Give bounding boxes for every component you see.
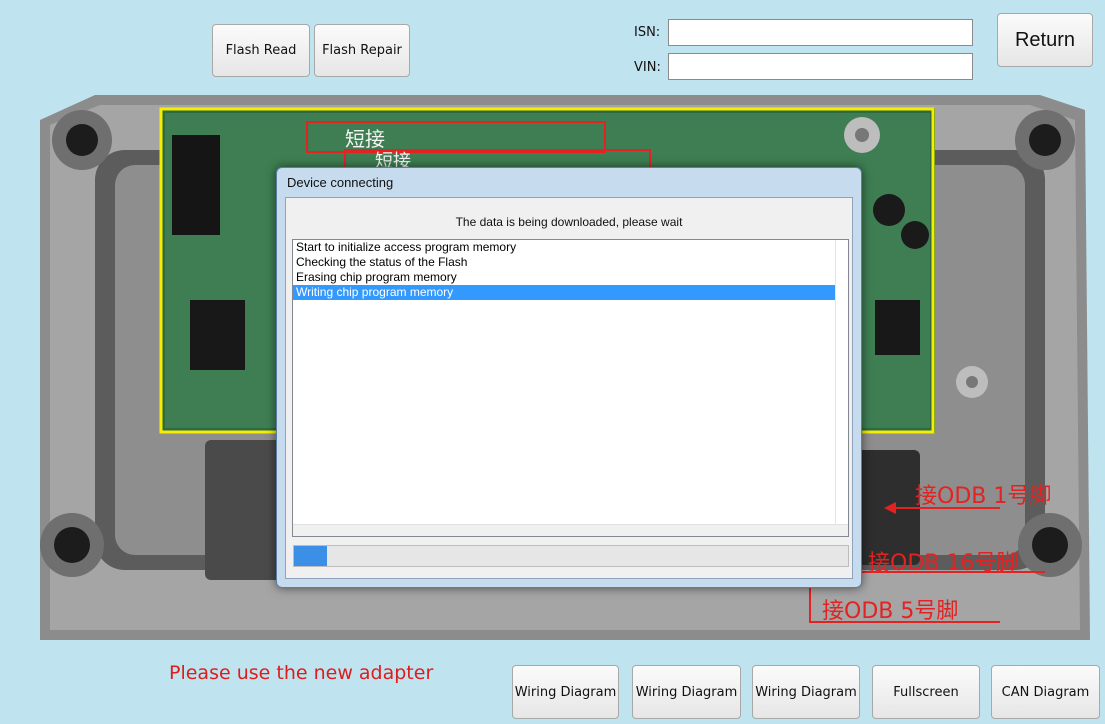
log-items: Start to initialize access program memor…	[293, 240, 848, 300]
return-button[interactable]: Return	[997, 13, 1093, 67]
log-item[interactable]: Erasing chip program memory	[293, 270, 848, 285]
can-diagram-button[interactable]: CAN Diagram	[991, 665, 1100, 719]
odb-pin16-label: 接ODB 16号脚	[868, 551, 1019, 576]
fullscreen-button[interactable]: Fullscreen	[872, 665, 980, 719]
flash-read-button[interactable]: Flash Read	[212, 24, 310, 77]
wiring-diagram-button-3[interactable]: Wiring Diagram	[752, 665, 860, 719]
progress-fill	[294, 546, 328, 566]
wiring-diagram-button-2[interactable]: Wiring Diagram	[632, 665, 741, 719]
device-connecting-dialog: Device connecting The data is being down…	[276, 167, 862, 588]
odb-pin5-label: 接ODB 5号脚	[822, 599, 959, 624]
log-item[interactable]: Checking the status of the Flash	[293, 255, 848, 270]
log-item[interactable]: Start to initialize access program memor…	[293, 240, 848, 255]
log-item[interactable]: Writing chip program memory	[293, 285, 848, 300]
odb-pin1-label: 接ODB 1号脚	[915, 484, 1052, 509]
adapter-note: Please use the new adapter	[169, 662, 434, 684]
isn-label: ISN:	[634, 25, 661, 40]
dialog-message: The data is being downloaded, please wai…	[455, 215, 683, 229]
vin-input[interactable]	[668, 53, 973, 80]
dialog-title: Device connecting	[287, 175, 394, 190]
wiring-diagram-button-1[interactable]: Wiring Diagram	[512, 665, 619, 719]
log-list[interactable]: Start to initialize access program memor…	[292, 239, 849, 537]
log-vertical-scrollbar[interactable]	[835, 240, 848, 536]
isn-input[interactable]	[668, 19, 973, 46]
log-horizontal-scrollbar[interactable]	[293, 524, 848, 536]
progress-bar	[293, 545, 849, 567]
vin-label: VIN:	[634, 60, 661, 75]
dialog-content: The data is being downloaded, please wai…	[285, 197, 853, 579]
flash-repair-button[interactable]: Flash Repair	[314, 24, 410, 77]
